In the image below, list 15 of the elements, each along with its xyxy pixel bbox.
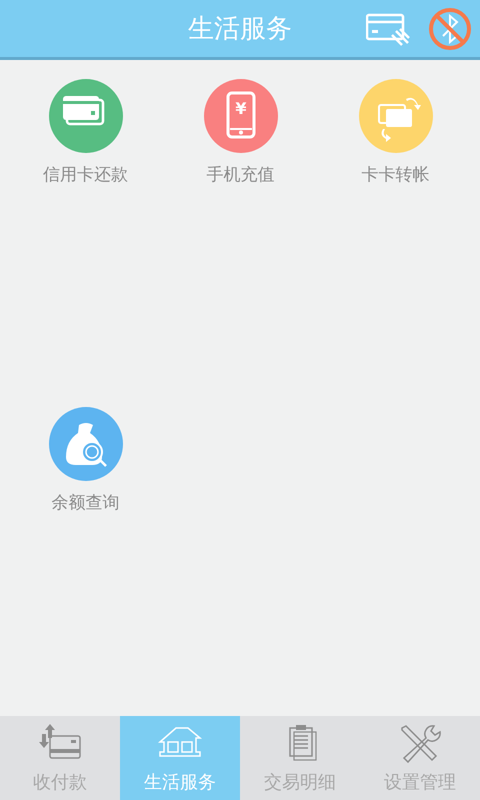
tab[interactable]: 设置管理 — [360, 716, 480, 800]
balance-service-icon[interactable] — [48, 406, 122, 480]
card-service-icon[interactable] — [48, 79, 122, 153]
service-label[interactable]: 卡卡转帐 — [362, 163, 430, 186]
card-tap-icon[interactable] — [366, 11, 412, 47]
page-title: 生活服务 — [188, 13, 292, 46]
service-label[interactable]: 信用卡还款 — [43, 163, 128, 186]
tab[interactable]: 生活服务 — [120, 716, 240, 800]
service-label[interactable]: 余额查询 — [52, 490, 120, 514]
service-label[interactable]: 手机充值 — [206, 163, 274, 186]
bluetooth-off-icon[interactable] — [428, 7, 472, 51]
transfer-service-icon[interactable] — [358, 79, 432, 153]
phone-service-icon[interactable]: ¥ — [204, 79, 278, 153]
tab[interactable]: 收付款 — [0, 716, 120, 800]
tab[interactable]: 交易明细 — [240, 716, 360, 800]
